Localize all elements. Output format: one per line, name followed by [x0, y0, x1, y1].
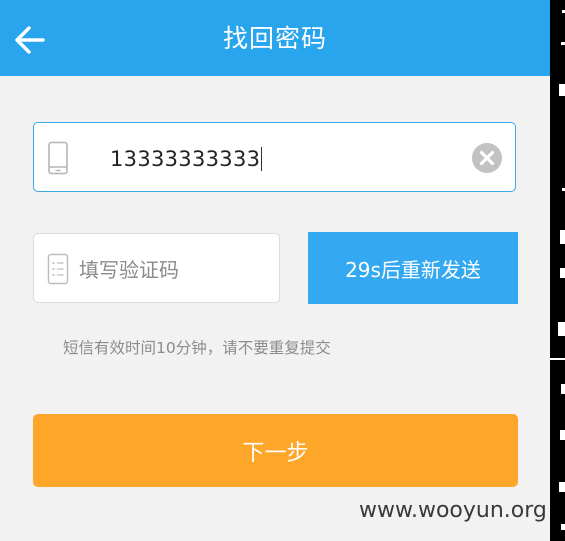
- clear-x-icon: [472, 143, 502, 173]
- phone-input-value: 13333333333: [110, 123, 262, 193]
- watermark: www.wooyun.org: [359, 498, 547, 523]
- edge-mark: [560, 230, 565, 244]
- verification-code-input[interactable]: 填写验证码: [33, 233, 280, 303]
- edge-mark: [561, 524, 565, 530]
- edge-mark: [560, 268, 565, 278]
- edge-mark: [560, 430, 565, 440]
- app-screen: 找回密码 13333333333 填写验证码 29s后重新发送 短信有效时间10…: [0, 0, 550, 541]
- mobile-phone-icon: [48, 141, 68, 175]
- page-title: 找回密码: [222, 24, 327, 53]
- edge-mark: [550, 358, 565, 360]
- next-step-button[interactable]: 下一步: [33, 414, 518, 487]
- phone-input[interactable]: 13333333333: [33, 122, 516, 192]
- sms-validity-hint: 短信有效时间10分钟，请不要重复提交: [63, 339, 331, 357]
- edge-mark: [561, 42, 565, 45]
- resend-code-button[interactable]: 29s后重新发送: [308, 232, 518, 304]
- edge-mark: [559, 482, 565, 492]
- verification-code-placeholder: 填写验证码: [79, 258, 179, 282]
- edge-mark: [558, 322, 565, 336]
- top-bar: 找回密码: [0, 0, 550, 76]
- edge-mark: [561, 384, 565, 394]
- document-icon: [47, 253, 69, 285]
- right-edge-strip: [550, 0, 565, 541]
- edge-mark: [559, 84, 565, 96]
- clear-button[interactable]: [471, 142, 503, 174]
